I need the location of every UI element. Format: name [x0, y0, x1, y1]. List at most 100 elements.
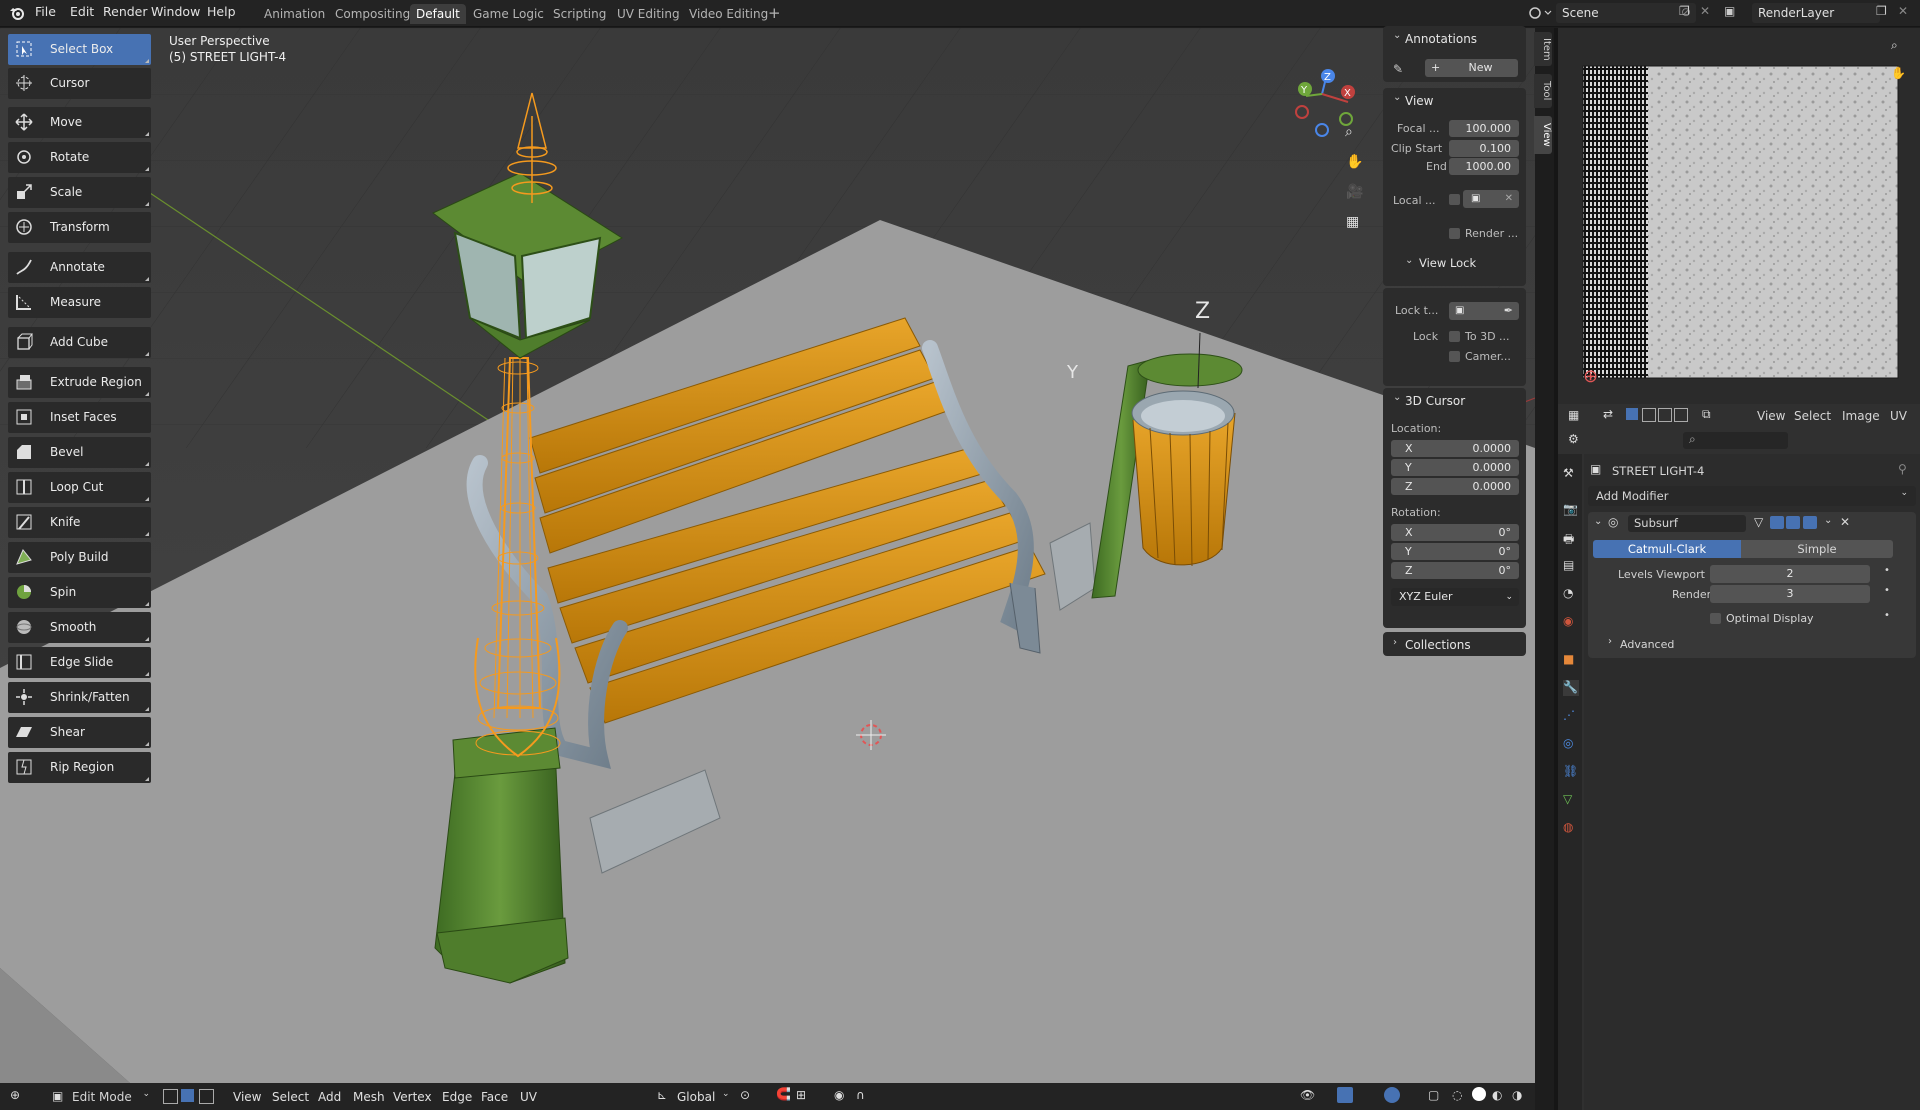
menu-edge[interactable]: Edge	[442, 1090, 472, 1104]
cursor-location-y[interactable]: Y 0.0000	[1391, 459, 1519, 476]
chevron-down-icon[interactable]: ⌄	[1405, 255, 1413, 266]
tool-shear[interactable]: Shear	[8, 717, 151, 748]
render-layer-selector[interactable]: RenderLayer	[1752, 3, 1880, 23]
proportional-editing-icon[interactable]: ◉	[834, 1088, 844, 1102]
menu-render[interactable]: Render	[103, 4, 148, 19]
3d-viewport[interactable]: Z Y Z X Y ⌕ ✋ 🎥 ▦ User Perspective (5) S…	[0, 28, 1535, 1083]
tab-game-logic[interactable]: Game Logic	[473, 7, 544, 21]
chevron-right-icon[interactable]: ›	[1608, 636, 1612, 647]
tool-edge-slide[interactable]: Edge Slide	[8, 647, 151, 678]
lock-to-3d-cursor-checkbox[interactable]	[1449, 331, 1460, 342]
tab-video-editing[interactable]: Video Editing	[689, 7, 768, 21]
remove-layer-icon[interactable]: ✕	[1898, 4, 1908, 18]
menu-face[interactable]: Face	[481, 1090, 508, 1104]
chevron-down-icon[interactable]: ⌄	[1393, 92, 1401, 103]
vertex-select-icon[interactable]	[163, 1089, 178, 1104]
uv-sync-icon[interactable]: ⇄	[1603, 407, 1613, 421]
island-select-mode-icon[interactable]	[1674, 408, 1688, 422]
tool-transform[interactable]: Transform	[8, 212, 151, 243]
modifier-name-field[interactable]: Subsurf	[1628, 515, 1746, 532]
menu-view[interactable]: View	[233, 1090, 261, 1104]
tool-rip-region[interactable]: Rip Region	[8, 752, 151, 783]
on-cage-icon[interactable]: ▽	[1754, 515, 1763, 529]
editor-type-icon[interactable]: ⚙	[1568, 432, 1579, 446]
face-select-icon[interactable]	[199, 1089, 214, 1104]
material-shading-icon[interactable]: ◐	[1492, 1088, 1502, 1102]
snap-target-icon[interactable]: ⊞	[796, 1088, 806, 1102]
solid-shading-icon[interactable]	[1472, 1087, 1486, 1101]
pin-icon[interactable]: ⚲	[1898, 462, 1907, 476]
menu-select[interactable]: Select	[1794, 409, 1831, 423]
wireframe-shading-icon[interactable]: ◌	[1452, 1088, 1462, 1102]
add-modifier-dropdown[interactable]: Add Modifier ⌄	[1588, 486, 1916, 506]
add-workspace-button[interactable]: +	[768, 4, 781, 22]
render-region-checkbox[interactable]	[1449, 228, 1460, 239]
lock-to-object-field[interactable]: ▣ ✒	[1449, 302, 1519, 320]
cursor-rotation-z[interactable]: Z 0°	[1391, 562, 1519, 579]
tool-shrink-fatten[interactable]: Shrink/Fatten	[8, 682, 151, 713]
orientation-icon[interactable]: ⊾	[657, 1088, 667, 1102]
3d-cursor-title[interactable]: 3D Cursor	[1405, 394, 1465, 408]
tool-move[interactable]: Move	[8, 107, 151, 138]
tool-add-cube[interactable]: Add Cube	[8, 327, 151, 358]
edge-select-mode-icon[interactable]	[1642, 408, 1656, 422]
tool-loop-cut[interactable]: Loop Cut	[8, 472, 151, 503]
menu-select[interactable]: Select	[272, 1090, 309, 1104]
scene-type-icon[interactable]	[1527, 4, 1553, 22]
new-annotation-button[interactable]: + New	[1425, 59, 1518, 77]
advanced-subpanel-title[interactable]: Advanced	[1620, 638, 1674, 651]
blender-logo-icon[interactable]	[9, 5, 25, 21]
chevron-down-icon[interactable]: ⌄	[1824, 515, 1832, 526]
tool-measure[interactable]: Measure	[8, 287, 151, 318]
menu-view[interactable]: View	[1757, 409, 1785, 423]
simple-button[interactable]: Simple	[1741, 540, 1893, 558]
tab-scripting[interactable]: Scripting	[553, 7, 606, 21]
lock-camera-checkbox[interactable]	[1449, 351, 1460, 362]
proportional-falloff-icon[interactable]: ∩	[856, 1088, 865, 1102]
properties-search[interactable]: ⌕	[1683, 432, 1788, 449]
cursor-rotation-y[interactable]: Y 0°	[1391, 543, 1519, 560]
tab-default[interactable]: Default	[410, 4, 466, 24]
tool-settings-tab-icon[interactable]: ⚒	[1563, 466, 1579, 482]
scene-tab-icon[interactable]: ◔	[1563, 586, 1579, 602]
zoom-icon[interactable]: ⌕	[1891, 38, 1898, 53]
editor-type-icon[interactable]: ▦	[1568, 408, 1579, 422]
pivot-point-icon[interactable]: ⊙	[740, 1088, 750, 1102]
new-layer-icon[interactable]: ❐	[1876, 4, 1887, 18]
face-select-mode-icon[interactable]	[1658, 408, 1672, 422]
orientation-dropdown[interactable]: Global	[677, 1090, 715, 1104]
clear-icon[interactable]: ✕	[1505, 190, 1513, 208]
snap-toggle-icon[interactable]: 🧲	[776, 1087, 791, 1101]
material-tab-icon[interactable]: ◍	[1563, 820, 1579, 836]
levels-viewport-field[interactable]: 2	[1710, 565, 1870, 583]
viewport-display-icon[interactable]	[1786, 516, 1800, 529]
modifier-tab-icon[interactable]: 🔧	[1563, 680, 1579, 696]
menu-image[interactable]: Image	[1842, 409, 1880, 423]
tool-spin[interactable]: Spin	[8, 577, 151, 608]
object-tab-icon[interactable]: ■	[1563, 652, 1579, 668]
local-camera-field[interactable]: ▣ ✕	[1463, 190, 1519, 208]
catmull-clark-button[interactable]: Catmull-Clark	[1593, 540, 1741, 558]
menu-edit[interactable]: Edit	[70, 4, 94, 19]
clip-start-field[interactable]: 0.100	[1449, 140, 1519, 157]
xray-toggle-icon[interactable]: ▢	[1428, 1088, 1439, 1102]
cursor-location-z[interactable]: Z 0.0000	[1391, 478, 1519, 495]
view-layer-tab-icon[interactable]: ▤	[1563, 558, 1579, 574]
tool-bevel[interactable]: Bevel	[8, 437, 151, 468]
menu-uv[interactable]: UV	[1890, 409, 1907, 423]
chevron-right-icon[interactable]: ›	[1393, 637, 1397, 648]
sidebar-tab-item[interactable]: Item	[1534, 32, 1552, 66]
annotations-title[interactable]: Annotations	[1405, 32, 1477, 46]
gizmo-toggle-icon[interactable]	[1337, 1087, 1353, 1103]
chevron-down-icon[interactable]: ⌄	[1594, 516, 1602, 527]
data-tab-icon[interactable]: ▽	[1563, 792, 1579, 808]
image-canvas[interactable]: ⌕ ✋ ⊕	[1558, 28, 1920, 410]
cursor-location-x[interactable]: X 0.0000	[1391, 440, 1519, 457]
tool-knife[interactable]: Knife	[8, 507, 151, 538]
keyframe-dot-icon[interactable]: •	[1884, 585, 1890, 596]
remove-scene-icon[interactable]: ✕	[1700, 4, 1710, 18]
menu-vertex[interactable]: Vertex	[393, 1090, 432, 1104]
tool-poly-build[interactable]: Poly Build	[8, 542, 151, 573]
local-camera-checkbox[interactable]	[1449, 194, 1460, 205]
physics-tab-icon[interactable]: ◎	[1563, 736, 1579, 752]
